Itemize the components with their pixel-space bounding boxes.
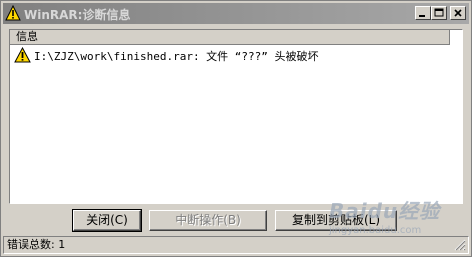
close-icon xyxy=(454,9,462,17)
error-count-text: 错误总数: 1 xyxy=(7,238,66,251)
maximize-button[interactable] xyxy=(431,6,447,20)
minimize-button[interactable] xyxy=(415,6,431,20)
watermark-main-text: Baidu经验 xyxy=(329,199,441,223)
close-window-button[interactable] xyxy=(450,6,466,20)
minimize-icon xyxy=(419,15,425,17)
dialog-window: WinRAR:诊断信息 信息 I:\ZJZ\work\finished.rar:… xyxy=(0,0,472,257)
diagnostic-list[interactable]: 信息 I:\ZJZ\work\finished.rar: 文件 “???” 头被… xyxy=(9,29,463,204)
warning-icon xyxy=(14,47,31,63)
warning-icon xyxy=(5,5,21,21)
close-button[interactable]: 关闭(C) xyxy=(72,209,142,232)
window-title: WinRAR:诊断信息 xyxy=(24,8,131,22)
list-item-text: I:\ZJZ\work\finished.rar: 文件 “???” 头被破坏 xyxy=(34,50,319,63)
watermark-url-text: jingyan.baidu.com xyxy=(329,225,422,236)
column-header-info[interactable]: 信息 xyxy=(10,30,450,45)
baidu-watermark: Baidu经验 jingyan.baidu.com xyxy=(309,189,459,249)
title-bar[interactable]: WinRAR:诊断信息 xyxy=(3,3,469,24)
stop-operation-button[interactable]: 中断操作(B) xyxy=(149,210,267,231)
list-item[interactable]: I:\ZJZ\work\finished.rar: 文件 “???” 头被破坏 xyxy=(14,47,454,65)
maximize-icon xyxy=(434,8,444,17)
